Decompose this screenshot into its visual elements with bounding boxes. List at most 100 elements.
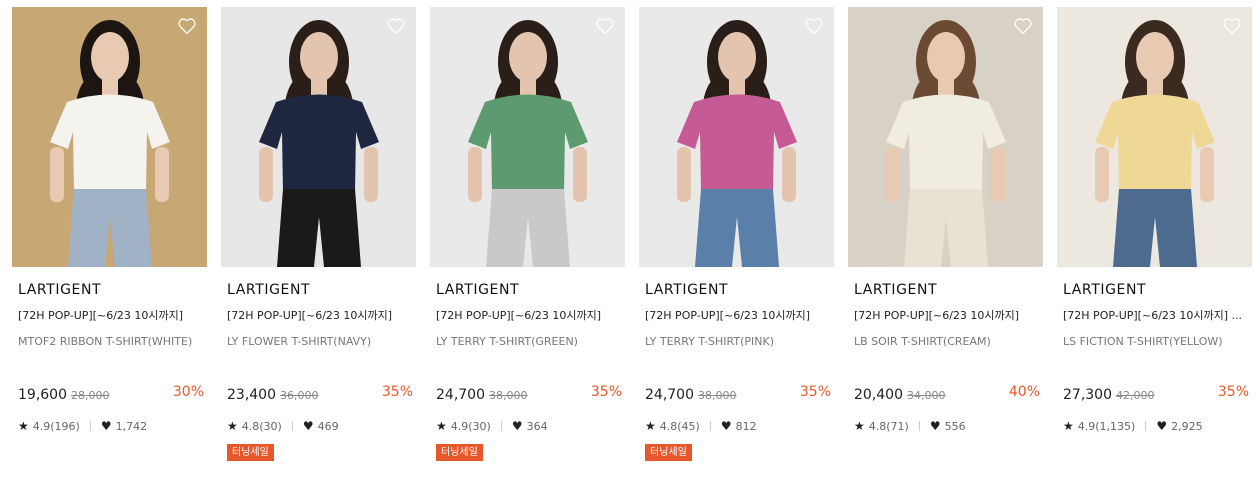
product-photo bbox=[848, 7, 1043, 267]
divider bbox=[709, 421, 711, 431]
discount-rate: 35% bbox=[381, 384, 413, 400]
price-row: 19,600 28,000 30% bbox=[18, 384, 204, 404]
original-price: 42,000 bbox=[1116, 389, 1155, 402]
price-row: 23,400 36,000 35% bbox=[227, 384, 413, 404]
original-price: 28,000 bbox=[71, 389, 110, 402]
sale-price: 24,700 bbox=[436, 387, 485, 403]
rating-text: 4.8(71) bbox=[868, 420, 909, 433]
like-count: 556 bbox=[944, 420, 966, 433]
product-photo bbox=[12, 7, 207, 267]
discount-rate: 35% bbox=[799, 384, 831, 400]
product-image[interactable] bbox=[12, 7, 207, 267]
star-icon: ★ bbox=[854, 419, 865, 433]
product-stats: ★ 4.8(45) ♥ 812 bbox=[645, 419, 757, 433]
like-count: 364 bbox=[526, 420, 548, 433]
product-name[interactable]: LB SOIR T-SHIRT(CREAM) bbox=[854, 335, 1040, 348]
brand-name[interactable]: LARTIGENT bbox=[436, 282, 519, 298]
product-name[interactable]: LY TERRY T-SHIRT(GREEN) bbox=[436, 335, 622, 348]
divider bbox=[1145, 421, 1147, 431]
wishlist-heart-icon[interactable] bbox=[386, 17, 406, 35]
star-icon: ★ bbox=[227, 419, 238, 433]
product-image[interactable] bbox=[639, 7, 834, 267]
product-stats: ★ 4.8(30) ♥ 469 bbox=[227, 419, 339, 433]
rating-text: 4.8(45) bbox=[659, 420, 700, 433]
heart-icon: ♥ bbox=[511, 419, 523, 433]
product-grid: LARTIGENT [72H POP-UP][~6/23 10시까지] MTOF… bbox=[12, 7, 1259, 479]
promo-text[interactable]: [72H POP-UP][~6/23 10시까지] bbox=[645, 307, 831, 323]
heart-icon: ♥ bbox=[100, 419, 112, 433]
rating-text: 4.9(1,135) bbox=[1077, 420, 1136, 433]
star-icon: ★ bbox=[436, 419, 447, 433]
product-name[interactable]: MTOF2 RIBBON T-SHIRT(WHITE) bbox=[18, 335, 204, 348]
brand-name[interactable]: LARTIGENT bbox=[854, 282, 937, 298]
brand-name[interactable]: LARTIGENT bbox=[1063, 282, 1146, 298]
star-icon: ★ bbox=[645, 419, 656, 433]
like-count: 469 bbox=[317, 420, 339, 433]
original-price: 36,000 bbox=[280, 389, 319, 402]
turning-sale-badge: 터닝세일 bbox=[436, 444, 483, 461]
promo-text[interactable]: [72H POP-UP][~6/23 10시까지] bbox=[854, 307, 1040, 323]
rating-text: 4.9(30) bbox=[450, 420, 491, 433]
divider bbox=[89, 421, 91, 431]
brand-name[interactable]: LARTIGENT bbox=[227, 282, 310, 298]
star-icon: ★ bbox=[1063, 419, 1074, 433]
promo-text[interactable]: [72H POP-UP][~6/23 10시까지] bbox=[18, 307, 204, 323]
promo-text[interactable]: [72H POP-UP][~6/23 10시까지] bbox=[227, 307, 413, 323]
turning-sale-badge: 터닝세일 bbox=[645, 444, 692, 461]
divider bbox=[500, 421, 502, 431]
brand-name[interactable]: LARTIGENT bbox=[18, 282, 101, 298]
heart-icon: ♥ bbox=[302, 419, 314, 433]
sale-price: 20,400 bbox=[854, 387, 903, 403]
product-photo bbox=[1057, 7, 1252, 267]
sale-price: 24,700 bbox=[645, 387, 694, 403]
sale-price: 19,600 bbox=[18, 387, 67, 403]
price-row: 27,300 42,000 35% bbox=[1063, 384, 1249, 404]
like-count: 1,742 bbox=[115, 420, 148, 433]
sale-price: 23,400 bbox=[227, 387, 276, 403]
star-icon: ★ bbox=[18, 419, 29, 433]
like-count: 2,925 bbox=[1171, 420, 1203, 433]
product-photo bbox=[639, 7, 834, 267]
wishlist-heart-icon[interactable] bbox=[595, 17, 615, 35]
wishlist-heart-icon[interactable] bbox=[177, 17, 197, 35]
product-image[interactable] bbox=[848, 7, 1043, 267]
product-stats: ★ 4.9(30) ♥ 364 bbox=[436, 419, 548, 433]
product-stats: ★ 4.8(71) ♥ 556 bbox=[854, 419, 966, 433]
rating-text: 4.8(30) bbox=[241, 420, 282, 433]
discount-rate: 35% bbox=[1217, 384, 1249, 400]
discount-rate: 30% bbox=[172, 384, 204, 400]
product-card[interactable]: LARTIGENT [72H POP-UP][~6/23 10시까지] MTOF… bbox=[12, 7, 207, 477]
product-stats: ★ 4.9(196) ♥ 1,742 bbox=[18, 419, 147, 433]
heart-icon: ♥ bbox=[720, 419, 732, 433]
promo-text[interactable]: [72H POP-UP][~6/23 10시까지] ... bbox=[1063, 307, 1249, 323]
product-image[interactable] bbox=[221, 7, 416, 267]
product-card[interactable]: LARTIGENT [72H POP-UP][~6/23 10시까지] ... … bbox=[1057, 7, 1252, 477]
product-card[interactable]: LARTIGENT [72H POP-UP][~6/23 10시까지] LY T… bbox=[430, 7, 625, 477]
wishlist-heart-icon[interactable] bbox=[1013, 17, 1033, 35]
product-card[interactable]: LARTIGENT [72H POP-UP][~6/23 10시까지] LY T… bbox=[639, 7, 834, 477]
product-card[interactable]: LARTIGENT [72H POP-UP][~6/23 10시까지] LY F… bbox=[221, 7, 416, 477]
rating-text: 4.9(196) bbox=[32, 420, 80, 433]
like-count: 812 bbox=[735, 420, 757, 433]
product-stats: ★ 4.9(1,135) ♥ 2,925 bbox=[1063, 419, 1203, 433]
original-price: 38,000 bbox=[698, 389, 737, 402]
heart-icon: ♥ bbox=[929, 419, 941, 433]
wishlist-heart-icon[interactable] bbox=[804, 17, 824, 35]
heart-icon: ♥ bbox=[1156, 419, 1168, 433]
original-price: 38,000 bbox=[489, 389, 528, 402]
product-name[interactable]: LY FLOWER T-SHIRT(NAVY) bbox=[227, 335, 413, 348]
discount-rate: 35% bbox=[590, 384, 622, 400]
sale-price: 27,300 bbox=[1063, 387, 1112, 403]
promo-text[interactable]: [72H POP-UP][~6/23 10시까지] bbox=[436, 307, 622, 323]
price-row: 20,400 34,000 40% bbox=[854, 384, 1040, 404]
product-image[interactable] bbox=[1057, 7, 1252, 267]
product-image[interactable] bbox=[430, 7, 625, 267]
wishlist-heart-icon[interactable] bbox=[1222, 17, 1242, 35]
discount-rate: 40% bbox=[1008, 384, 1040, 400]
original-price: 34,000 bbox=[907, 389, 946, 402]
product-card[interactable]: LARTIGENT [72H POP-UP][~6/23 10시까지] LB S… bbox=[848, 7, 1043, 477]
brand-name[interactable]: LARTIGENT bbox=[645, 282, 728, 298]
product-name[interactable]: LS FICTION T-SHIRT(YELLOW) bbox=[1063, 335, 1249, 348]
price-row: 24,700 38,000 35% bbox=[645, 384, 831, 404]
product-name[interactable]: LY TERRY T-SHIRT(PINK) bbox=[645, 335, 831, 348]
